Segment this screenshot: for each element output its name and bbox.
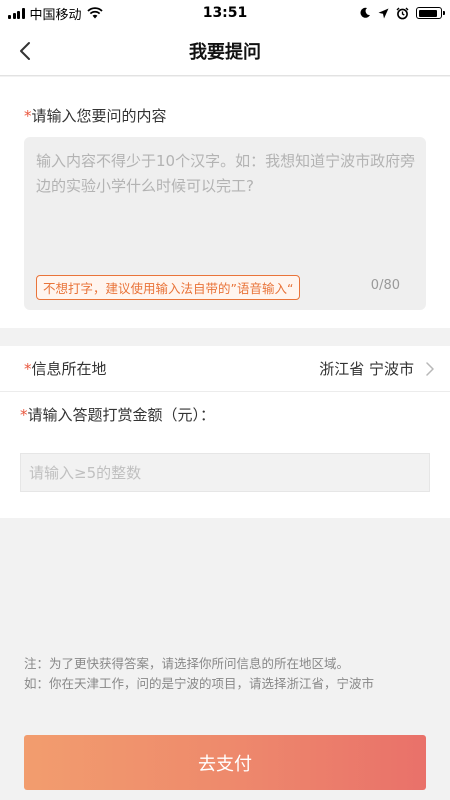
signal-icon [8,7,25,19]
question-section: *请输入您要问的内容 输入内容不得少于10个汉字。如：我想知道宁波市政府旁边的实… [0,77,450,328]
required-mark: * [24,360,32,378]
char-counter: 0/80 [370,278,400,293]
question-placeholder: 输入内容不得少于10个汉字。如：我想知道宁波市政府旁边的实验小学什么时候可以完工… [36,152,416,195]
nav-bar: 我要提问 [0,26,450,76]
reward-label: *请输入答题打赏金额（元）： [20,404,215,425]
location-value: 浙江省 宁波市 [319,360,414,378]
voice-input-tip: 不想打字，建议使用输入法自带的”语音输入“ [36,275,301,300]
status-left: 中国移动 [8,4,103,23]
location-label-text: 信息所在地 [31,360,107,378]
note-line-2: 如：你在天津工作，问的是宁波的项目，请选择浙江省，宁波市 [24,676,375,691]
back-button[interactable] [10,36,40,66]
reward-amount-input[interactable] [20,453,430,492]
chevron-right-icon [426,362,434,376]
notes: 注：为了更快获得答案，请选择你所问信息的所在地区域。 如：你在天津工作，问的是宁… [24,654,434,694]
location-label: *信息所在地 [24,358,107,379]
status-right [359,7,445,20]
moon-icon [360,7,370,18]
location-arrow-icon [378,8,389,18]
alarm-icon [396,7,409,19]
page-title: 我要提问 [189,41,261,63]
required-mark: * [24,107,32,125]
wifi-icon [86,7,103,19]
question-label-text: 请输入您要问的内容 [31,107,167,125]
note-line-1: 注：为了更快获得答案，请选择你所问信息的所在地区域。 [24,656,350,671]
reward-label-text: 请输入答题打赏金额（元）： [27,406,216,424]
battery-level [418,9,438,17]
chevron-left-icon [20,42,30,60]
question-label: *请输入您要问的内容 [24,105,167,126]
status-bar: 中国移动 13:51 [0,0,450,26]
location-selector[interactable]: *信息所在地 浙江省 宁波市 [0,346,450,392]
required-mark: * [20,406,28,424]
reward-section: *请输入答题打赏金额（元）： [0,392,450,518]
pay-button[interactable]: 去支付 [24,735,426,790]
carrier-name: 中国移动 [29,7,82,23]
battery-icon [416,7,445,19]
question-textarea[interactable]: 输入内容不得少于10个汉字。如：我想知道宁波市政府旁边的实验小学什么时候可以完工… [24,137,426,310]
